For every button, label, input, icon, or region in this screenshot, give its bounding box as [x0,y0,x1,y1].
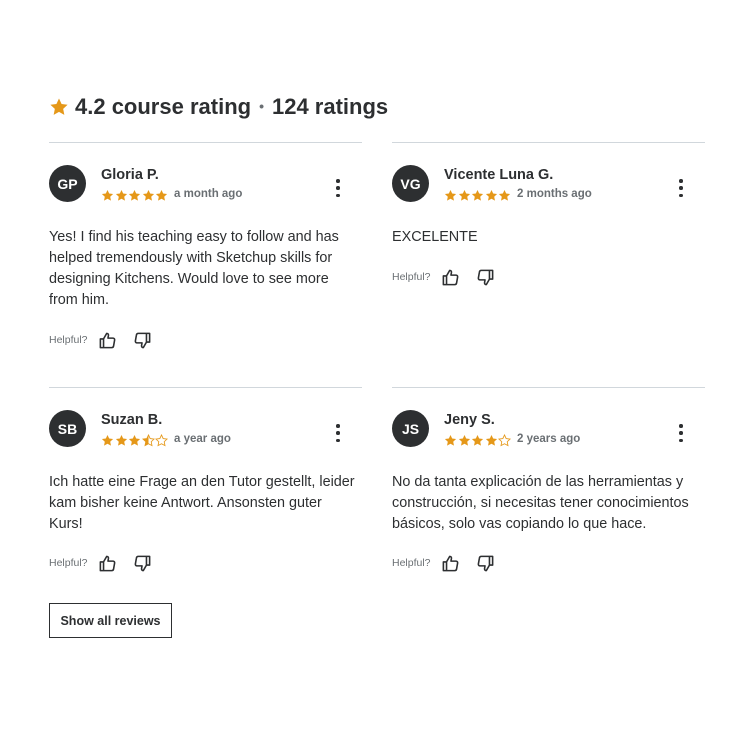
reviewer-name: Vicente Luna G. [444,167,554,183]
review-card: VG Vicente Luna G. 2 months ago EXCELENT… [392,142,705,358]
thumbs-down-icon[interactable] [133,553,153,573]
avatar: SB [49,410,86,447]
star-filled-icon [471,189,484,201]
star-rating [101,189,169,202]
star-rating [444,434,512,447]
helpful-label: Helpful? [392,271,431,283]
thumbs-up-icon[interactable] [441,267,461,287]
review-card: SB Suzan B. a year ago Ich hatte eine Fr… [49,387,362,583]
star-rating [101,434,169,447]
star-filled-icon [128,189,141,201]
star-filled-icon [444,189,457,201]
avatar: VG [392,165,429,202]
review-card: JS Jeny S. 2 years ago No da tanta expli… [392,387,705,583]
star-filled-icon [101,434,114,446]
thumbs-up-icon[interactable] [98,553,118,573]
star-filled-icon [128,434,141,446]
review-date: 2 months ago [517,188,592,200]
separator-dot: • [259,98,264,114]
star-filled-icon [485,189,497,201]
star-filled-icon [458,189,470,201]
more-options-icon[interactable] [334,424,342,442]
avatar: JS [392,410,429,447]
review-date: a year ago [174,433,231,445]
star-filled-icon [485,434,497,446]
reviewer-name: Gloria P. [101,167,159,183]
reviewer-name: Suzan B. [101,412,163,428]
review-date: 2 years ago [517,433,581,445]
thumbs-down-icon[interactable] [133,330,153,350]
review-text: Ich hatte eine Frage an den Tutor gestel… [49,474,355,532]
helpful-label: Helpful? [49,334,88,346]
ratings-count: 124 ratings [271,94,389,119]
show-all-reviews-button[interactable]: Show all reviews [49,603,172,638]
star-icon [50,98,68,115]
review-text: EXCELENTE [392,229,478,245]
avatar: GP [49,165,86,202]
helpful-row: Helpful? [392,553,511,573]
star-filled-icon [498,189,511,201]
more-options-icon[interactable] [334,179,342,197]
thumbs-down-icon[interactable] [476,267,496,287]
star-rating [444,189,512,202]
helpful-row: Helpful? [392,267,511,287]
star-filled-icon [101,189,114,201]
helpful-label: Helpful? [392,557,431,569]
star-filled-icon [458,434,470,446]
star-filled-icon [155,189,168,201]
review-date: a month ago [174,188,243,200]
thumbs-down-icon[interactable] [476,553,496,573]
star-filled-icon [115,434,127,446]
reviewer-name: Jeny S. [444,412,495,428]
star-filled-icon [142,189,154,201]
star-filled-icon [115,189,127,201]
star-half-icon [141,434,155,447]
star-empty-icon [155,434,168,447]
course-rating: 4.2 course rating [75,94,252,119]
review-card: GP Gloria P. a month ago Yes! I find his… [49,142,362,358]
review-text: Yes! I find his teaching easy to follow … [49,229,339,308]
helpful-row: Helpful? [49,553,168,573]
rating-header: 4.2 course rating • 124 ratings [49,92,388,122]
helpful-row: Helpful? [49,330,168,350]
more-options-icon[interactable] [677,179,685,197]
thumbs-up-icon[interactable] [98,330,118,350]
more-options-icon[interactable] [677,424,685,442]
star-filled-icon [471,434,484,446]
star-empty-icon [498,434,511,447]
star-filled-icon [444,434,457,446]
review-text: No da tanta explicación de las herramien… [392,474,689,532]
helpful-label: Helpful? [49,557,88,569]
thumbs-up-icon[interactable] [441,553,461,573]
